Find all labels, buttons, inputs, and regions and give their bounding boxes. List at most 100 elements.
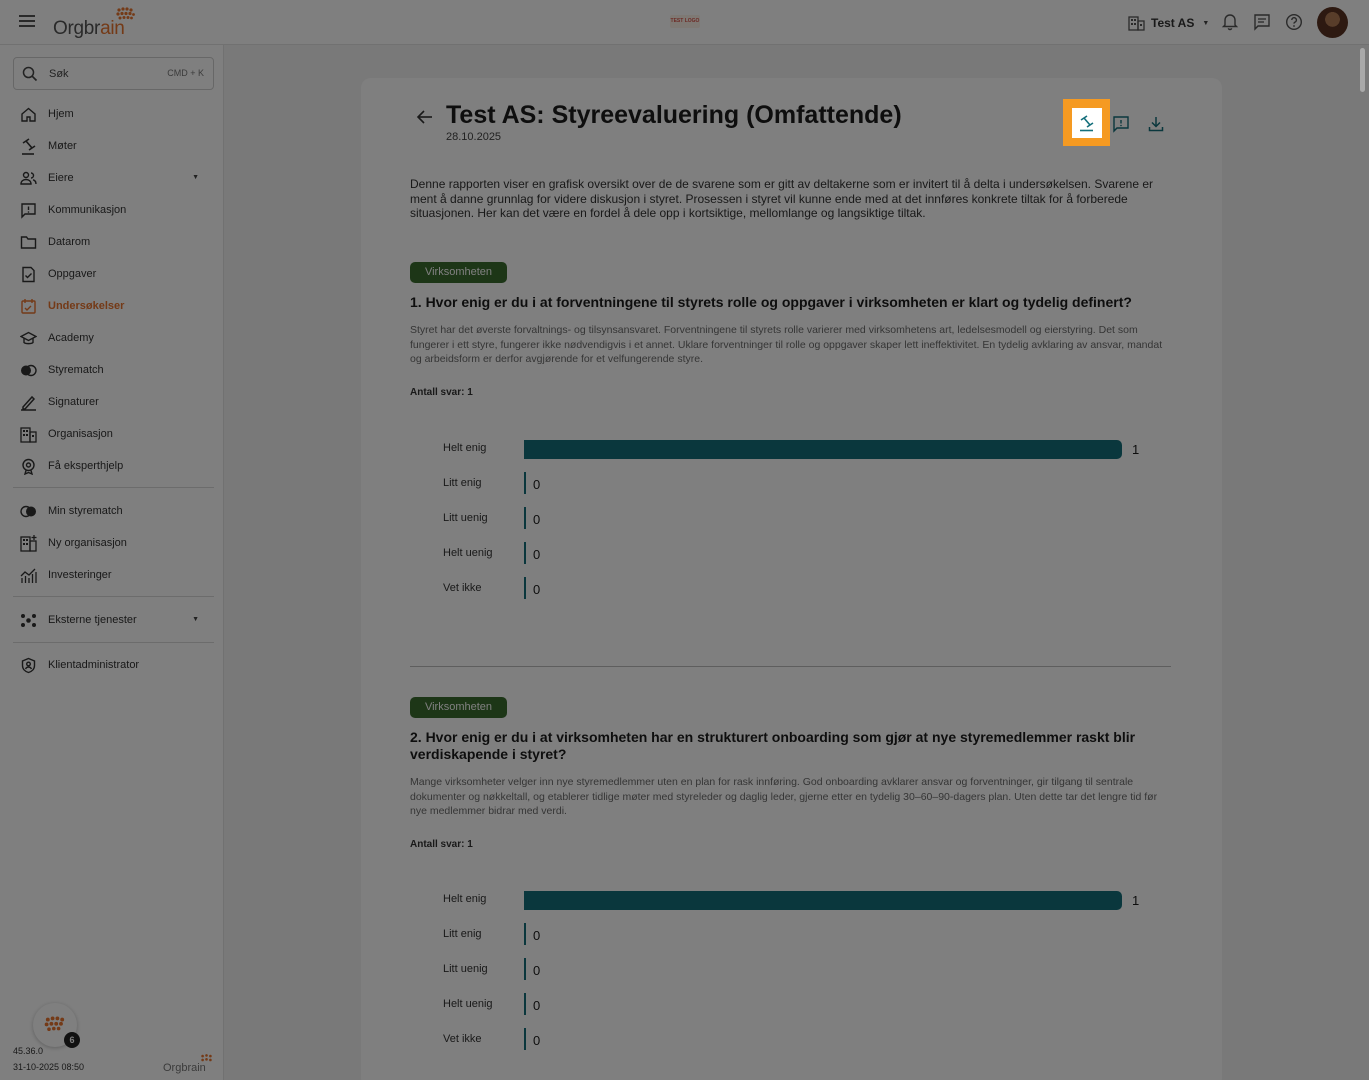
app-version: 45.36.0 [13,1046,44,1056]
sidebar-item-min-styrematch[interactable]: Min styrematch [13,497,214,525]
brain-logo-icon [201,1054,212,1062]
category-label: Helt uenig [443,547,493,559]
category-label: Litt enig [443,928,482,940]
organization-name: Test AS [1151,16,1195,30]
sidebar-item-datarom[interactable]: Datarom [13,228,214,256]
category-tag: Virksomheten [410,262,507,283]
value-label: 1 [1132,442,1140,457]
chart-row: Helt enig 1 [410,888,1170,912]
sidebar-item-eksperthjelp[interactable]: Få eksperthjelp [13,452,214,480]
sidebar-item-eksterne-tjenester[interactable]: Eksterne tjenester ▼ [13,606,214,634]
search-shortcut: CMD + K [167,68,204,78]
download-icon[interactable] [1147,115,1165,133]
task-icon [22,266,35,283]
sidebar-item-signaturer[interactable]: Signaturer [13,388,214,416]
page-title: Test AS: Styreevaluering (Omfattende) [446,101,902,129]
answer-count: Antall svar: 1 [410,839,473,850]
question-description: Styret har det øverste forvaltnings- og … [410,324,1163,365]
sidebar-item-undersokelser[interactable]: Undersøkelser [13,292,214,320]
value-label: 0 [533,477,541,492]
help-icon[interactable] [1285,13,1303,31]
company-logo: TEST LOGO [670,15,700,28]
answer-chart: Helt enig 1 Litt enig 0 Litt uenig 0 Helt ueni… [410,437,1170,612]
bar [524,891,1122,910]
user-avatar[interactable] [1317,7,1348,38]
build-date: 31-10-2025 08:50 [13,1062,85,1072]
bar [524,542,526,564]
category-label: Litt uenig [443,512,488,524]
orgbrain-logo[interactable]: Orgbrain [53,7,143,39]
admin-shield-icon [21,657,36,674]
value-label: 0 [533,582,541,597]
scrollbar[interactable] [1360,48,1365,92]
answer-chart: Helt enig 1 Litt enig 0 Litt uenig 0 Helt ueni… [410,888,1170,1063]
logo-text: Orgbrain [53,18,125,39]
sidebar-item-ny-organisasjon[interactable]: Ny organisasjon [13,529,214,557]
back-arrow-icon[interactable] [416,109,434,125]
answer-count: Antall svar: 1 [410,387,473,398]
signature-icon [21,395,36,411]
chart-row: Litt enig 0 [410,472,1170,496]
sidebar-item-investeringer[interactable]: Investeringer [13,561,214,589]
sidebar-item-eiere[interactable]: Eiere ▼ [13,164,214,192]
value-label: 0 [533,998,541,1013]
category-label: Helt enig [443,893,487,905]
building-icon [20,427,37,443]
external-services-icon [21,614,36,627]
footer-logo: Orgbrain [163,1054,215,1074]
bar [524,507,526,529]
sidebar-divider [13,642,214,643]
sidebar-divider [13,596,214,597]
chart-row: Vet ikke 0 [410,577,1170,601]
search-box[interactable]: Søk CMD + K [13,57,214,90]
notification-badge: 6 [64,1032,80,1048]
menu-icon[interactable] [19,15,35,27]
sidebar: Søk CMD + K Hjem Møter Eiere ▼ Kommunika… [0,45,224,1080]
sidebar-item-klientadministrator[interactable]: Klientadministrator [13,651,214,679]
chart-row: Litt uenig 0 [410,958,1170,982]
search-icon [22,66,38,82]
toggle-icon [20,505,36,518]
sidebar-item-organisasjon[interactable]: Organisasjon [13,420,214,448]
bar [524,958,526,980]
category-label: Vet ikke [443,1033,482,1045]
value-label: 0 [533,547,541,562]
gavel-icon [22,138,36,155]
chevron-down-icon: ▼ [1202,19,1210,27]
question-description: Mange virksomheter velger inn nye styrem… [410,776,1158,817]
sidebar-item-academy[interactable]: Academy [13,324,214,352]
sidebar-item-moter[interactable]: Møter [13,132,214,160]
building-icon [1128,16,1145,31]
organization-switcher[interactable]: Test AS ▼ [1128,13,1209,33]
bar [524,1028,526,1050]
question-title: 2. Hvor enig er du i at virksomheten har… [410,729,1136,762]
category-label: Helt uenig [443,998,493,1010]
graduation-cap-icon [20,331,37,345]
investment-chart-icon [20,568,37,583]
sidebar-item-kommunikasjon[interactable]: Kommunikasjon [13,196,214,224]
survey-icon [21,299,36,314]
category-tag: Virksomheten [410,697,507,718]
sidebar-item-hjem[interactable]: Hjem [13,100,214,128]
sidebar-item-oppgaver[interactable]: Oppgaver [13,260,214,288]
value-label: 0 [533,1033,541,1048]
bar [524,472,526,494]
chart-row: Litt uenig 0 [410,507,1170,531]
folder-icon [20,236,37,249]
chart-row: Helt uenig 0 [410,542,1170,566]
value-label: 0 [533,963,541,978]
meeting-button-highlighted[interactable] [1063,99,1110,146]
search-label: Søk [49,68,69,80]
sidebar-item-styrematch[interactable]: Styrematch [13,356,214,384]
top-bar: Orgbrain TEST LOGO Test AS ▼ [0,0,1369,45]
chart-row: Litt enig 0 [410,923,1170,947]
comment-icon[interactable] [1112,115,1130,133]
chat-icon[interactable] [1253,13,1271,31]
bell-icon[interactable] [1221,13,1239,31]
chevron-down-icon: ▼ [192,174,199,181]
category-label: Litt uenig [443,963,488,975]
chat-icon [21,203,36,219]
expert-help-icon [22,458,35,475]
report-date: 28.10.2025 [446,131,502,143]
chart-row: Helt enig 1 [410,437,1170,461]
